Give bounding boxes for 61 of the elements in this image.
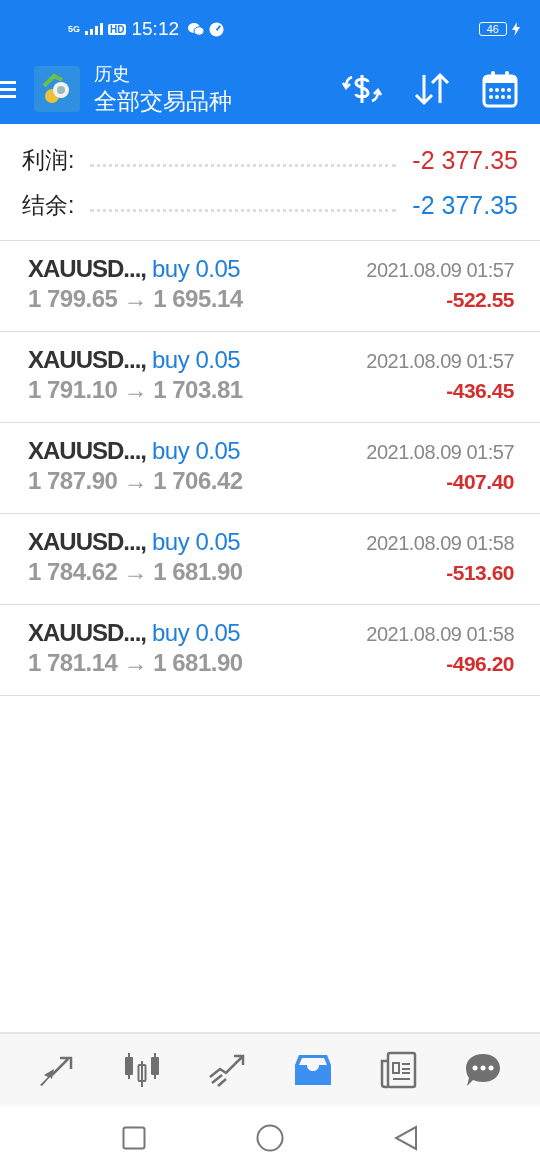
trade-time: 2021.08.09 01:57 [366,350,514,373]
trade-prices: 1 791.10 → 1 703.81 [28,376,243,404]
trade-row[interactable]: XAUUSD..., buy 0.05 2021.08.09 01:57 1 799.65 → 1 695.14 -522.55 [0,241,540,332]
summary-value: -2 377.35 [412,191,518,220]
trade-symbol: XAUUSD..., [28,528,146,556]
summary-value: -2 377.35 [412,146,518,175]
network-indicator: 5G [68,24,80,34]
charging-icon [512,22,520,36]
trade-time: 2021.08.09 01:57 [366,259,514,282]
trade-row[interactable]: XAUUSD..., buy 0.05 2021.08.09 01:58 1 784.62 → 1 681.90 -513.60 [0,514,540,605]
trade-row[interactable]: XAUUSD..., buy 0.05 2021.08.09 01:58 1 781.14 → 1 681.90 -496.20 [0,605,540,696]
nav-tab[interactable] [123,1051,161,1089]
trade-profit: -513.60 [446,561,514,585]
trade-prices: 1 799.65 → 1 695.14 [28,285,243,313]
nav-tab[interactable] [208,1053,247,1087]
newspaper-icon [378,1051,417,1089]
trade-side: buy 0.05 [152,255,241,283]
status-time: 15:12 [131,18,179,40]
trade-symbol: XAUUSD..., [28,255,146,283]
summary-label: 利润: [22,146,75,175]
trade-time: 2021.08.09 01:58 [366,532,514,555]
trade-time: 2021.08.09 01:57 [366,441,514,464]
nav-tab[interactable] [293,1053,332,1087]
trade-side: buy 0.05 [152,528,241,556]
summary-label: 结余: [22,191,75,220]
hd-badge: HD [108,23,127,35]
home-icon[interactable] [256,1124,284,1152]
trade-symbol: XAUUSD..., [28,346,146,374]
symbol-filter[interactable]: 全部交易品种 [94,85,312,117]
candlestick-icon [123,1051,161,1089]
battery-indicator: 46 [478,22,507,36]
menu-icon[interactable] [0,79,16,99]
trade-time: 2021.08.09 01:58 [366,623,514,646]
inbox-icon [293,1053,332,1087]
trade-profit: -522.55 [446,288,514,312]
trade-profit: -407.40 [446,470,514,494]
trade-prices: 1 787.90 → 1 706.42 [28,467,243,495]
nav-tab[interactable] [464,1052,503,1088]
calendar-icon[interactable] [482,70,518,108]
trade-prices: 1 781.14 → 1 681.90 [28,649,243,677]
chat-bubble-icon [464,1052,503,1088]
trade-profit: -496.20 [446,652,514,676]
trade-side: buy 0.05 [152,619,241,647]
trend-line-icon [208,1053,247,1087]
screen-title: 历史 [94,62,131,86]
trade-symbol: XAUUSD..., [28,437,146,465]
back-icon[interactable] [394,1125,418,1151]
chat-bubbles-icon [188,22,204,36]
gauge-icon [209,21,224,37]
trade-profit: -436.45 [446,379,514,403]
app-logo-icon [34,66,80,112]
trade-row[interactable]: XAUUSD..., buy 0.05 2021.08.09 01:57 1 791.10 → 1 703.81 -436.45 [0,332,540,423]
trade-side: buy 0.05 [152,346,241,374]
trade-side: buy 0.05 [152,437,241,465]
sort-icon[interactable] [412,71,452,107]
signal-icon [85,23,103,35]
recent-apps-icon[interactable] [122,1126,146,1150]
trade-symbol: XAUUSD..., [28,619,146,647]
trade-row[interactable]: XAUUSD..., buy 0.05 2021.08.09 01:57 1 787.90 → 1 706.42 -407.40 [0,423,540,514]
nav-tab[interactable] [378,1051,417,1089]
trade-prices: 1 784.62 → 1 681.90 [28,558,243,586]
